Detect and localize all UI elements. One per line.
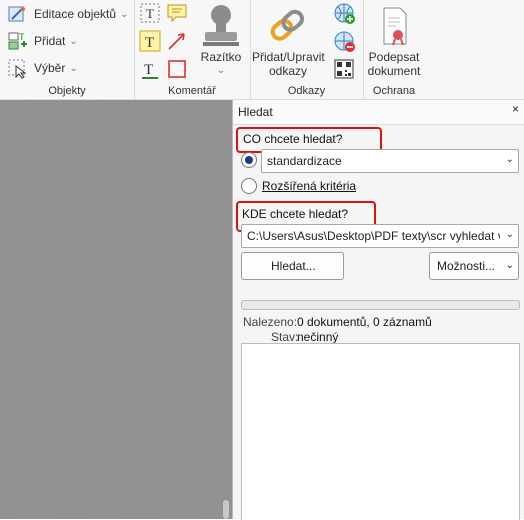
search-term-select[interactable]: standardizace ⌄ (261, 149, 519, 173)
group-odkazy: Přidat/Upravit odkazy Odkazy (250, 0, 364, 99)
qr-code-icon[interactable] (333, 58, 355, 80)
search-progress-bar (241, 300, 520, 310)
add-object-button[interactable]: T Přidat ⌄ (6, 30, 78, 52)
link-icon (268, 2, 308, 50)
stamp-icon (199, 2, 243, 50)
typewriter-icon[interactable]: T (139, 30, 161, 52)
chevron-down-icon: ⌄ (505, 154, 514, 165)
text-box-icon[interactable]: T (139, 2, 161, 24)
arrow-icon[interactable] (166, 30, 188, 52)
chevron-down-icon: ⌄ (505, 260, 514, 271)
what-to-search-label: CO chcete hledat? (243, 132, 343, 146)
status-value: nečinný (297, 330, 339, 344)
group-objekty: Editace objektů ⌄ T Přidat ⌄ Výběr ⌄ Obj… (0, 0, 135, 99)
chevron-down-icon: ⌄ (216, 65, 226, 76)
radio-advanced-criteria[interactable] (241, 178, 257, 194)
group-label-odkazy: Odkazy (287, 85, 326, 97)
group-label-ochrana: Ochrana (372, 85, 416, 97)
stamp-button[interactable]: Razítko ⌄ (196, 2, 246, 78)
search-panel: Hledat × CO chcete hledat? standardizace… (232, 100, 524, 520)
select-icon (6, 57, 28, 79)
search-term-value: standardizace (267, 154, 342, 168)
add-object-label: Přidat (34, 34, 66, 48)
sign-document-button[interactable]: Podepsat dokument (365, 2, 423, 78)
edit-objects-label: Editace objektů (34, 7, 117, 21)
scrollbar-thumb[interactable] (223, 500, 229, 519)
advanced-criteria-link[interactable]: Rozšířená kritéria (262, 179, 356, 193)
radio-selected-dot (245, 156, 253, 164)
radio-simple-search[interactable] (241, 152, 257, 168)
select-label: Výběr (34, 61, 66, 75)
search-results-list[interactable] (241, 343, 520, 520)
add-edit-link-button[interactable]: Přidat/Upravit odkazy (252, 2, 325, 78)
group-label-objekty: Objekty (48, 85, 86, 97)
group-ochrana: Podepsat dokument Ochrana (363, 0, 425, 99)
found-label: Nalezeno: (243, 315, 298, 329)
search-location-value: C:\Users\Asus\Desktop\PDF texty\scr vyhl… (247, 229, 500, 243)
group-komentar: T T T Razítko ⌄ Komentář (134, 0, 251, 99)
search-panel-titlebar: Hledat × (233, 100, 524, 125)
svg-text:T: T (144, 62, 153, 78)
document-canvas[interactable] (0, 100, 232, 519)
search-location-select[interactable]: C:\Users\Asus\Desktop\PDF texty\scr vyhl… (241, 224, 519, 248)
note-icon[interactable] (166, 2, 188, 24)
chevron-down-icon: ⌄ (69, 35, 78, 47)
svg-text:T: T (145, 35, 154, 51)
chevron-down-icon: ⌄ (120, 8, 129, 20)
chevron-down-icon: ⌄ (505, 229, 514, 240)
stamp-label: Razítko (200, 50, 242, 64)
remove-web-link-icon[interactable] (333, 30, 355, 52)
where-to-search-label: KDE chcete hledat? (242, 207, 349, 221)
add-edit-link-label: Přidat/Upravit odkazy (252, 50, 325, 78)
search-button-label: Hledat... (271, 259, 316, 273)
sign-document-label: Podepsat dokument (367, 50, 421, 78)
search-button[interactable]: Hledat... (241, 252, 344, 280)
rectangle-icon[interactable] (166, 58, 188, 80)
ribbon-toolbar: Editace objektů ⌄ T Přidat ⌄ Výběr ⌄ Obj… (0, 0, 524, 100)
add-object-icon: T (6, 30, 28, 52)
group-label-komentar: Komentář (168, 85, 216, 97)
svg-text:T: T (19, 32, 25, 42)
chevron-down-icon: ⌄ (69, 62, 78, 74)
found-value: 0 dokumentů, 0 záznamů (297, 315, 432, 329)
edit-objects-button[interactable]: Editace objektů ⌄ (6, 3, 128, 25)
svg-text:T: T (146, 6, 154, 21)
add-web-link-icon[interactable] (333, 2, 355, 24)
search-panel-title: Hledat (238, 105, 273, 119)
select-button[interactable]: Výběr ⌄ (6, 57, 78, 79)
edit-objects-icon (6, 3, 28, 25)
sign-document-icon (376, 2, 412, 50)
status-label: Stav: (271, 330, 299, 344)
options-button-label: Možnosti... (437, 259, 496, 273)
close-icon[interactable]: × (512, 102, 519, 116)
strikeout-text-icon[interactable]: T (139, 58, 161, 80)
options-button[interactable]: Možnosti... ⌄ (429, 252, 519, 280)
